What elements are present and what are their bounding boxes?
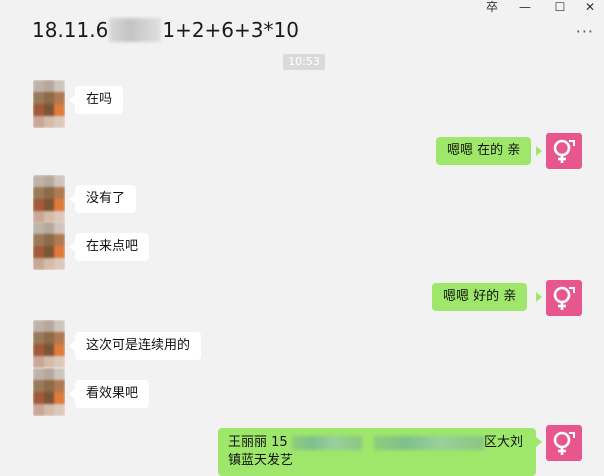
bubble-tail (536, 146, 542, 156)
pin-button[interactable]: 卒 (480, 0, 504, 14)
chat-title-suffix: 1+2+6+3*10 (162, 18, 299, 42)
contact-avatar[interactable] (33, 222, 65, 270)
message-bubble[interactable]: 看效果吧 (75, 380, 150, 408)
message-bubble[interactable]: 没有了 (75, 185, 137, 213)
timestamp: 10:53 (283, 54, 325, 70)
contact-avatar[interactable] (33, 368, 65, 416)
title-bar: 18.11.6 1+2+6+3*10 卒 — ☐ ✕ ··· (0, 0, 604, 60)
message-line: 王丽丽 15 ​​区大刘 (228, 434, 526, 452)
message-text: 王丽丽 15 (228, 435, 288, 450)
venus-symbol-icon (553, 286, 575, 310)
bubble-tail (536, 292, 542, 302)
self-avatar[interactable] (546, 280, 582, 316)
message-bubble[interactable]: 在吗 (75, 86, 124, 114)
venus-symbol-icon (553, 139, 575, 163)
more-options-button[interactable]: ··· (576, 22, 594, 41)
message-bubble[interactable]: 嗯嗯 好的 亲 (432, 283, 528, 311)
close-button[interactable]: ✕ (578, 0, 602, 14)
redacted-region (109, 18, 162, 42)
bubble-tail (536, 437, 542, 447)
message-bubble[interactable]: 王丽丽 15 ​​区大刘 镇蓝天发艺 (218, 428, 536, 476)
chat-title-prefix: 18.11.6 (32, 18, 109, 42)
minimize-button[interactable]: — (513, 0, 537, 14)
message-line: 镇蓝天发艺 (228, 453, 294, 468)
maximize-button[interactable]: ☐ (548, 0, 572, 14)
message-bubble[interactable]: 这次可是连续用的 (75, 332, 202, 360)
redacted-region (373, 435, 484, 450)
chat-title: 18.11.6 1+2+6+3*10 (32, 16, 299, 44)
message-bubble[interactable]: 嗯嗯 在的 亲 (436, 137, 532, 165)
self-avatar[interactable] (546, 425, 582, 461)
contact-avatar[interactable] (33, 175, 65, 223)
venus-symbol-icon (553, 431, 575, 455)
redacted-region (291, 435, 362, 450)
message-bubble[interactable]: 在来点吧 (75, 233, 150, 261)
contact-avatar[interactable] (33, 80, 65, 128)
self-avatar[interactable] (546, 133, 582, 169)
contact-avatar[interactable] (33, 320, 65, 368)
message-text: ​​区大刘 (483, 435, 523, 450)
